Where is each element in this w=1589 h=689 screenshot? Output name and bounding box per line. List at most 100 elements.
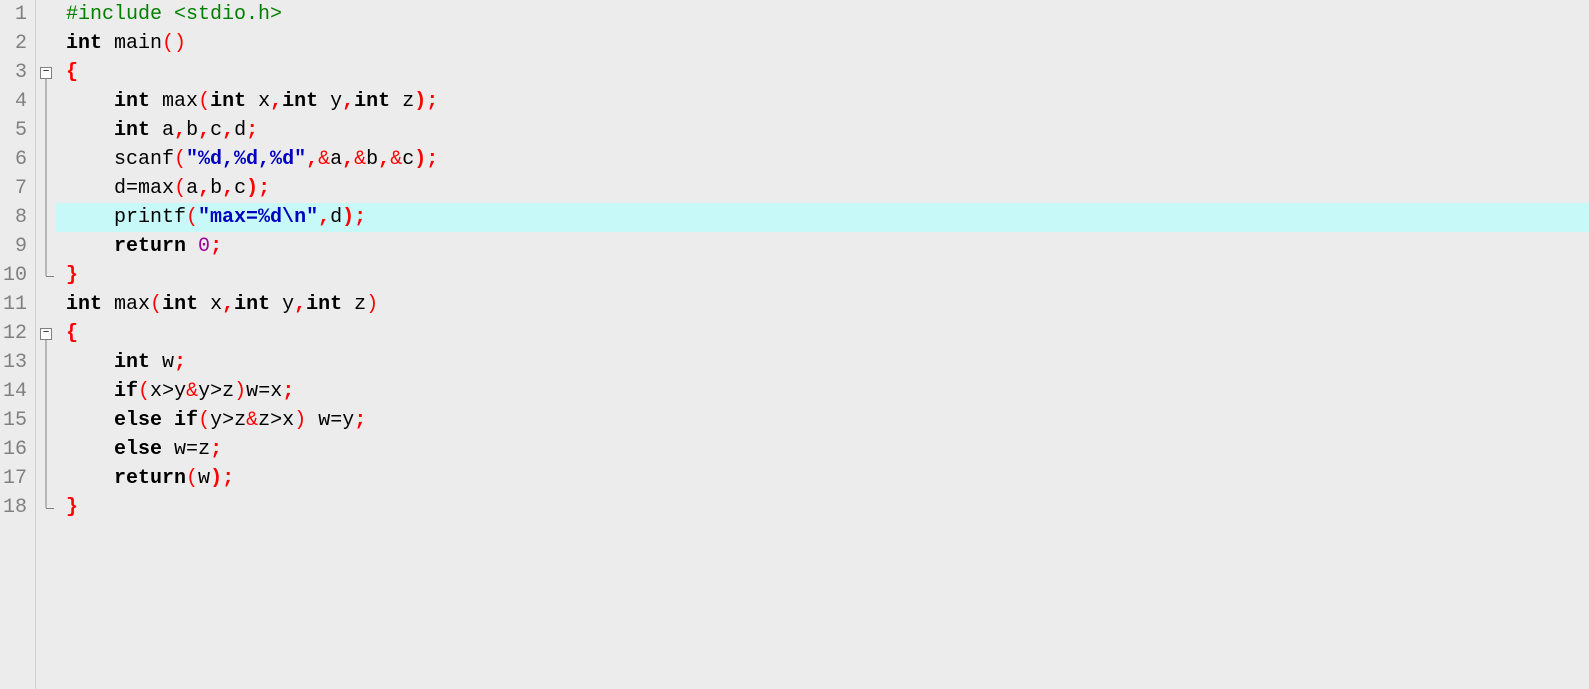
token-pre: #include <stdio.h> (66, 3, 282, 26)
token-punc: ); (414, 148, 438, 171)
token-ident: max (138, 177, 174, 200)
code-line[interactable]: { (56, 319, 1589, 348)
token-amp: & (354, 148, 366, 171)
line-number: 8 (0, 203, 29, 232)
line-number: 5 (0, 116, 29, 145)
token-amp: & (318, 148, 330, 171)
token-ident: x (150, 380, 162, 403)
code-line[interactable]: d=max(a,b,c); (56, 174, 1589, 203)
line-number: 15 (0, 406, 29, 435)
token-kw: return (114, 235, 186, 258)
token-plain (102, 32, 114, 55)
code-line[interactable]: int a,b,c,d; (56, 116, 1589, 145)
token-ident: max (162, 90, 198, 113)
code-line[interactable]: } (56, 493, 1589, 522)
token-amp: & (186, 380, 198, 403)
line-number: 13 (0, 348, 29, 377)
code-line[interactable]: else w=z; (56, 435, 1589, 464)
token-plain (66, 467, 114, 490)
token-kw: int (162, 293, 198, 316)
token-ident: a (186, 177, 198, 200)
fold-gutter[interactable]: −− (36, 0, 56, 689)
code-line[interactable]: { (56, 58, 1589, 87)
code-line[interactable]: int w; (56, 348, 1589, 377)
token-op: = (186, 438, 198, 461)
token-punc: , (198, 119, 210, 142)
token-kw: int (306, 293, 342, 316)
token-plain (66, 351, 114, 374)
token-punc: ; (246, 119, 258, 142)
token-paren: ( (138, 380, 150, 403)
token-ident: w (306, 409, 330, 432)
code-line[interactable]: int main() (56, 29, 1589, 58)
token-plain (150, 90, 162, 113)
token-punc: ; (174, 351, 186, 374)
code-line[interactable]: int max(int x,int y,int z); (56, 87, 1589, 116)
line-number: 2 (0, 29, 29, 58)
code-line[interactable]: #include <stdio.h> (56, 0, 1589, 29)
line-number: 10 (0, 261, 29, 290)
line-number: 6 (0, 145, 29, 174)
token-ident: z (234, 409, 246, 432)
token-str: "max=%d\n" (198, 206, 318, 229)
token-punc: , (306, 148, 318, 171)
token-ident: b (210, 177, 222, 200)
token-ident: w (150, 351, 174, 374)
token-paren: ( (186, 206, 198, 229)
fold-toggle-icon[interactable]: − (40, 328, 52, 340)
token-ident: b (366, 148, 378, 171)
token-punc: ; (354, 409, 366, 432)
code-line[interactable]: } (56, 261, 1589, 290)
code-line[interactable]: scanf("%d,%d,%d",&a,&b,&c); (56, 145, 1589, 174)
line-number: 14 (0, 377, 29, 406)
token-ident: d (114, 177, 126, 200)
token-plain (66, 206, 114, 229)
token-plain (66, 380, 114, 403)
token-op: > (162, 380, 174, 403)
token-paren: () (162, 32, 186, 55)
token-ident: x (282, 409, 294, 432)
token-ident: y (318, 90, 342, 113)
code-area[interactable]: #include <stdio.h>int main(){ int max(in… (56, 0, 1589, 689)
token-op: > (210, 380, 222, 403)
token-kw: return (114, 467, 186, 490)
token-ident: w (246, 380, 258, 403)
code-line[interactable]: if(x>y&y>z)w=x; (56, 377, 1589, 406)
line-number: 12 (0, 319, 29, 348)
token-kw: else (114, 438, 162, 461)
token-punc: , (198, 177, 210, 200)
token-ident: b (186, 119, 198, 142)
token-kw: int (114, 119, 150, 142)
token-punc: , (342, 90, 354, 113)
token-paren: ) (366, 293, 378, 316)
token-ident: z (198, 438, 210, 461)
token-ident: main (114, 32, 162, 55)
token-ident: scanf (114, 148, 174, 171)
token-ident: x (270, 380, 282, 403)
token-punc: , (342, 148, 354, 171)
token-paren: ( (174, 177, 186, 200)
code-line[interactable]: printf("max=%d\n",d); (56, 203, 1589, 232)
token-op: > (270, 409, 282, 432)
line-number: 4 (0, 87, 29, 116)
token-paren: ) (234, 380, 246, 403)
token-amp: & (390, 148, 402, 171)
line-number: 7 (0, 174, 29, 203)
token-punc: , (270, 90, 282, 113)
code-line[interactable]: return 0; (56, 232, 1589, 261)
token-kw: int (114, 90, 150, 113)
token-ident: d (234, 119, 246, 142)
code-line[interactable]: int max(int x,int y,int z) (56, 290, 1589, 319)
line-number: 18 (0, 493, 29, 522)
token-op: = (330, 409, 342, 432)
token-brace: } (66, 264, 78, 287)
code-editor[interactable]: 123456789101112131415161718 −− #include … (0, 0, 1589, 689)
fold-toggle-icon[interactable]: − (40, 67, 52, 79)
token-plain (102, 293, 114, 316)
token-plain (162, 409, 174, 432)
token-punc: ; (210, 235, 222, 258)
code-line[interactable]: return(w); (56, 464, 1589, 493)
token-punc: , (318, 206, 330, 229)
token-paren: ( (198, 90, 210, 113)
code-line[interactable]: else if(y>z&z>x) w=y; (56, 406, 1589, 435)
